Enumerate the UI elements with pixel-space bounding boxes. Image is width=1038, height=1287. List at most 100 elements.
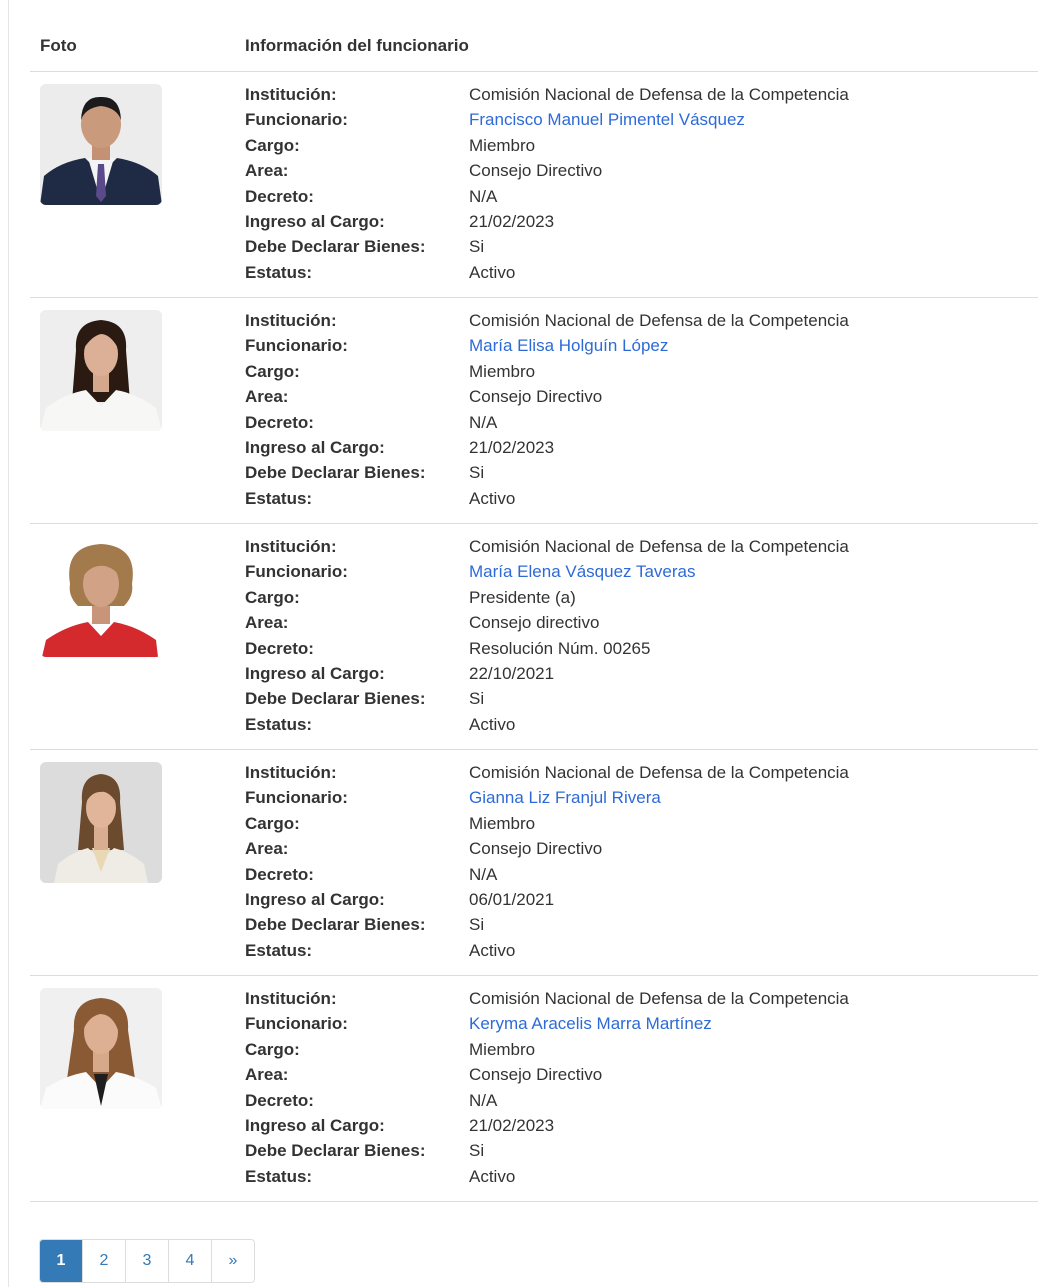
value-decreto: N/A [469,1090,498,1110]
label-funcionario: Funcionario: [245,562,348,582]
value-estatus: Activo [469,1166,516,1186]
value-declara: Si [469,463,485,483]
value-area: Consejo Directivo [469,1065,603,1085]
value-institucion: Comisión Nacional de Defensa de la Compe… [469,311,849,330]
official-name-link[interactable]: María Elisa Holguín López [469,335,668,357]
official-name-link[interactable]: Gianna Liz Franjul Rivera [469,787,661,809]
official-photo [40,988,162,1109]
label-institucion: Institución: [245,989,337,1008]
label-area: Area: [245,387,289,407]
label-declara: Debe Declarar Bienes: [245,1141,426,1161]
label-decreto: Decreto: [245,864,314,884]
value-decreto: N/A [469,412,498,432]
label-declara: Debe Declarar Bienes: [245,915,426,935]
value-estatus: Activo [469,714,516,734]
label-ingreso: Ingreso al Cargo: [245,1115,385,1135]
official-name-link[interactable]: Keryma Aracelis Marra Martínez [469,1013,712,1035]
label-cargo: Cargo: [245,813,300,833]
page-3-button[interactable]: 3 [125,1240,168,1282]
official-photo [40,762,162,883]
label-funcionario: Funcionario: [245,110,348,130]
page-1-button[interactable]: 1 [40,1240,82,1282]
header-info: Información del funcionario [245,36,469,55]
value-area: Consejo Directivo [469,839,603,859]
label-estatus: Estatus: [245,488,313,508]
value-ingreso: 21/02/2023 [469,437,555,457]
value-estatus: Activo [469,488,516,508]
value-ingreso: 21/02/2023 [469,211,555,231]
value-cargo: Miembro [469,361,536,381]
label-declara: Debe Declarar Bienes: [245,463,426,483]
value-estatus: Activo [469,262,516,282]
value-cargo: Miembro [469,813,536,833]
value-cargo: Presidente (a) [469,587,576,607]
official-photo [40,536,162,657]
value-area: Consejo directivo [469,613,600,633]
label-cargo: Cargo: [245,135,300,155]
value-declara: Si [469,237,485,257]
page-2-button[interactable]: 2 [82,1240,125,1282]
left-border-line [8,0,9,1287]
table-row: Institución: Comisión Nacional de Defensa… [30,298,1038,524]
value-decreto: N/A [469,864,498,884]
official-name-link[interactable]: Francisco Manuel Pimentel Vásquez [469,109,745,131]
officials-table: Foto Información del funcionario Institu… [30,26,1038,1202]
label-estatus: Estatus: [245,262,313,282]
label-cargo: Cargo: [245,361,300,381]
label-area: Area: [245,613,289,633]
value-ingreso: 21/02/2023 [469,1115,555,1135]
value-institucion: Comisión Nacional de Defensa de la Compe… [469,763,849,782]
official-photo [40,310,162,431]
label-estatus: Estatus: [245,1166,313,1186]
value-decreto: N/A [469,186,498,206]
value-estatus: Activo [469,940,516,960]
official-photo [40,84,162,205]
label-ingreso: Ingreso al Cargo: [245,437,385,457]
label-decreto: Decreto: [245,638,314,658]
next-page-button[interactable]: » [211,1240,254,1282]
value-declara: Si [469,915,485,935]
table-row: Institución: Comisión Nacional de Defensa… [30,72,1038,298]
value-institucion: Comisión Nacional de Defensa de la Compe… [469,85,849,104]
label-cargo: Cargo: [245,587,300,607]
label-declara: Debe Declarar Bienes: [245,689,426,709]
label-funcionario: Funcionario: [245,788,348,808]
label-institucion: Institución: [245,85,337,104]
value-ingreso: 06/01/2021 [469,889,555,909]
label-declara: Debe Declarar Bienes: [245,237,426,257]
label-decreto: Decreto: [245,1090,314,1110]
label-cargo: Cargo: [245,1039,300,1059]
table-row: Institución: Comisión Nacional de Defensa… [30,976,1038,1202]
label-estatus: Estatus: [245,940,313,960]
official-name-link[interactable]: María Elena Vásquez Taveras [469,561,695,583]
label-ingreso: Ingreso al Cargo: [245,889,385,909]
value-cargo: Miembro [469,135,536,155]
label-ingreso: Ingreso al Cargo: [245,211,385,231]
label-institucion: Institución: [245,311,337,330]
label-institucion: Institución: [245,763,337,782]
label-institucion: Institución: [245,537,337,556]
value-institucion: Comisión Nacional de Defensa de la Compe… [469,989,849,1008]
label-area: Area: [245,1065,289,1085]
label-area: Area: [245,161,289,181]
table-row: Institución: Comisión Nacional de Defensa… [30,750,1038,976]
value-declara: Si [469,1141,485,1161]
header-photo: Foto [40,36,77,55]
value-decreto: Resolución Núm. 00265 [469,638,651,658]
value-area: Consejo Directivo [469,387,603,407]
value-area: Consejo Directivo [469,161,603,181]
table-row: Institución: Comisión Nacional de Defensa… [30,524,1038,750]
table-header: Foto Información del funcionario [30,26,1038,72]
label-funcionario: Funcionario: [245,336,348,356]
value-ingreso: 22/10/2021 [469,663,555,683]
label-area: Area: [245,839,289,859]
pagination: 1 2 3 4 » [39,1239,255,1283]
label-estatus: Estatus: [245,714,313,734]
label-decreto: Decreto: [245,186,314,206]
label-ingreso: Ingreso al Cargo: [245,663,385,683]
value-cargo: Miembro [469,1039,536,1059]
value-declara: Si [469,689,485,709]
page-4-button[interactable]: 4 [168,1240,211,1282]
label-funcionario: Funcionario: [245,1014,348,1034]
value-institucion: Comisión Nacional de Defensa de la Compe… [469,537,849,556]
